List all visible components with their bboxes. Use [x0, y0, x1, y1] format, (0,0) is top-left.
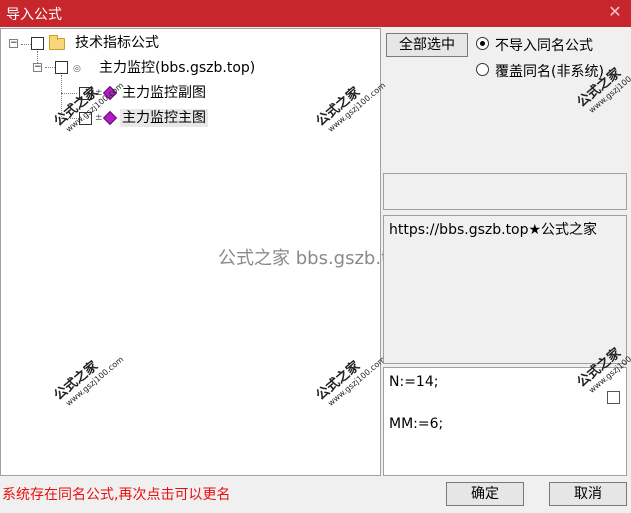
- tree-expander-root[interactable]: −: [9, 39, 18, 48]
- watermark-logo: 公式之家 www.gszj100.com: [313, 80, 388, 134]
- tree-label-item-selected[interactable]: 主力监控主图: [120, 109, 208, 127]
- tree-label-root[interactable]: 技术指标公式: [73, 34, 161, 52]
- tree-expander-group[interactable]: −: [33, 63, 42, 72]
- folder-icon: [49, 35, 65, 50]
- dash-icon: ±: [95, 113, 103, 123]
- close-icon[interactable]: ✕: [605, 2, 625, 22]
- radio-overwrite-label[interactable]: 覆盖同名(非系统): [495, 61, 604, 81]
- watermark-logo: 公式之家 www.gszj100.com: [574, 61, 631, 115]
- select-all-button[interactable]: 全部选中: [386, 33, 468, 57]
- params-line-1: N:=14;: [389, 374, 439, 390]
- params-line-2: MM:=6;: [389, 416, 444, 432]
- watermark-logo: 公式之家 www.gszj100.com: [51, 354, 126, 408]
- folder-open-icon: ◎: [73, 64, 81, 74]
- watermark-logo: 公式之家 www.gszj100.com: [313, 354, 388, 408]
- radio-no-import-label[interactable]: 不导入同名公式: [495, 35, 593, 55]
- tree-label-group[interactable]: 主力监控(bbs.gszb.top): [97, 59, 257, 77]
- description-text: https://bbs.gszb.top★公式之家: [389, 222, 598, 238]
- ok-button[interactable]: 确定: [446, 482, 524, 506]
- description-panel[interactable]: https://bbs.gszb.top★公式之家: [383, 215, 627, 364]
- cancel-button[interactable]: 取消: [549, 482, 627, 506]
- title-bar: 导入公式 ✕: [0, 0, 631, 27]
- params-checkbox[interactable]: [607, 391, 620, 404]
- window-title: 导入公式: [6, 7, 62, 23]
- tree-checkbox-root[interactable]: [31, 37, 44, 50]
- formula-icon: [102, 110, 118, 126]
- center-watermark: 公式之家 bbs.gszb.top: [218, 248, 411, 269]
- tree-checkbox-group[interactable]: [55, 61, 68, 74]
- status-message: 系统存在同名公式,再次点击可以更名: [2, 487, 231, 503]
- name-box: [383, 173, 627, 210]
- tree-label-item[interactable]: 主力监控副图: [120, 84, 208, 102]
- radio-no-import[interactable]: [476, 37, 489, 50]
- radio-overwrite[interactable]: [476, 63, 489, 76]
